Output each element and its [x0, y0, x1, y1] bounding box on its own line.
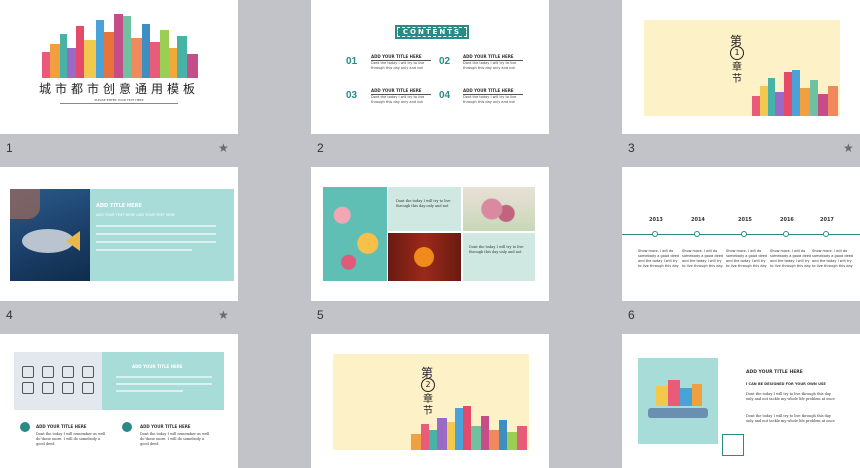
chapter-number-circle: 2 [421, 378, 435, 392]
slide-thumbnail-5[interactable]: Dont the today I will try to live throug… [311, 167, 549, 301]
timeline-year: 2013 [649, 217, 663, 223]
selection-box[interactable] [722, 434, 744, 456]
contents-text: Dont the today I will try to live throug… [371, 61, 425, 70]
app-icon [22, 382, 34, 394]
panel-title: ADD TITLE HERE [96, 203, 142, 209]
fish-image [10, 189, 90, 281]
timeline-year: 2017 [820, 217, 834, 223]
slide-number-1: 1 [6, 141, 13, 155]
contents-text: Dont the today I will try to live throug… [463, 95, 517, 104]
star-icon[interactable]: ★ [218, 141, 229, 155]
feature-title: ADD YOUR TITLE HERE [36, 424, 87, 429]
contents-banner: CONTENTS [395, 25, 469, 39]
slide-thumbnail-6[interactable]: 2013 2014 2015 2016 2017 Show more. I wi… [622, 167, 860, 301]
slide-number-3: 3 [628, 141, 635, 155]
slide-thumbnail-4[interactable]: ADD TITLE HERE ADD YOUR TEXT HERE ADD YO… [0, 167, 238, 301]
orange-image [388, 233, 461, 281]
timeline-dot [652, 231, 658, 237]
contents-title: ADD YOUR TITLE HERE [371, 54, 422, 59]
timeline-text: Show more. I will do somebody a good dee… [638, 249, 680, 268]
contents-text: Dont the today I will try to live throug… [463, 61, 517, 70]
app-icon [82, 382, 94, 394]
timeline-text: Show more. I will do somebody a good dee… [770, 249, 812, 268]
app-icon [42, 366, 54, 378]
feature-icon [20, 422, 30, 432]
slide-thumbnail-1[interactable]: 城市都市创意通用模板 PLEASE ENTER YOUR TEXT HERE [0, 0, 238, 134]
slide-thumbnail-9[interactable]: ADD YOUR TITLE HERE I CAN BE DESIGNED FO… [622, 334, 860, 468]
contents-title: ADD YOUR TITLE HERE [371, 88, 422, 93]
timeline-year: 2014 [691, 217, 705, 223]
slide-number-5: 5 [317, 308, 324, 322]
panel-text-block [96, 225, 216, 265]
mint-text-box [388, 187, 461, 231]
skyline-illustration [411, 404, 527, 450]
box-text: Dont the today I will try to live throug… [469, 245, 524, 254]
content-text: Dont the today I will try to live throug… [746, 392, 835, 401]
flower-image [463, 187, 535, 231]
feature-title: ADD YOUR TITLE HERE [140, 424, 191, 429]
timeline-text: Show more. I will do somebody a good dee… [726, 249, 768, 268]
app-icon [62, 382, 74, 394]
box-text: Dont the today I will try to live throug… [396, 199, 451, 208]
timeline-text: Show more. I will do somebody a good dee… [812, 249, 854, 268]
slide-thumbnail-8[interactable]: 第 2 章节 [311, 334, 549, 468]
timeline-text: Show more. I will do somebody a good dee… [682, 249, 724, 268]
mint-text-box [463, 233, 535, 281]
chapter-number: 1 [734, 48, 740, 57]
feature-icon [122, 422, 132, 432]
contents-number: 02 [439, 56, 451, 67]
app-icon [22, 366, 34, 378]
paisley-image [323, 187, 387, 281]
timeline-dot [823, 231, 829, 237]
skyline-illustration [42, 8, 198, 78]
panel-title: ADD YOUR TITLE HERE [132, 364, 183, 369]
timeline-year: 2015 [738, 217, 752, 223]
slide-title: 城市都市创意通用模板 [38, 82, 199, 96]
slide-thumbnail-3[interactable]: 第 1 章节 [622, 0, 860, 134]
slide-number-4: 4 [6, 308, 13, 322]
slide-subtitle: PLEASE ENTER YOUR TEXT HERE [94, 98, 144, 102]
chapter-number: 2 [425, 380, 431, 389]
slide-number-2: 2 [317, 141, 324, 155]
slide-thumbnail-2[interactable]: CONTENTS 01 ADD YOUR TITLE HERE Dont the… [311, 0, 549, 134]
content-title: ADD YOUR TITLE HERE [746, 370, 803, 375]
divider [60, 103, 178, 104]
app-icon [62, 366, 74, 378]
timeline-year: 2016 [780, 217, 794, 223]
feature-text: Dont the today I will remember as well d… [140, 432, 210, 446]
panel-subtitle: ADD YOUR TEXT HERE ADD YOUR TEXT HERE [96, 213, 176, 217]
contents-number: 01 [346, 56, 358, 67]
content-text: Dont the today I will try to live throug… [746, 414, 835, 423]
chapter-number-circle: 1 [730, 46, 744, 60]
content-subtitle: I CAN BE DESIGNED FOR YOUR OWN USE [746, 382, 826, 386]
chapter-heading-bottom: 章节 [732, 62, 742, 85]
contents-number: 04 [439, 90, 451, 101]
panel-text-block [116, 376, 212, 392]
timeline-dot [783, 231, 789, 237]
app-icon [82, 366, 94, 378]
timeline-dot [741, 231, 747, 237]
houses-illustration [638, 358, 718, 444]
timeline-dot [694, 231, 700, 237]
icon-grid-panel [14, 352, 102, 410]
app-icon [42, 382, 54, 394]
contents-title: ADD YOUR TITLE HERE [463, 88, 514, 93]
contents-text: Dont the today I will try to live throug… [371, 95, 425, 104]
slide-thumbnail-7[interactable]: ADD YOUR TITLE HERE ADD YOUR TITLE HERE … [0, 334, 238, 468]
contents-number: 03 [346, 90, 358, 101]
star-icon[interactable]: ★ [843, 141, 854, 155]
star-icon[interactable]: ★ [218, 308, 229, 322]
contents-title: ADD YOUR TITLE HERE [463, 54, 514, 59]
slide-number-6: 6 [628, 308, 635, 322]
feature-text: Dont the today I will remember as well d… [36, 432, 106, 446]
skyline-illustration [752, 66, 838, 116]
